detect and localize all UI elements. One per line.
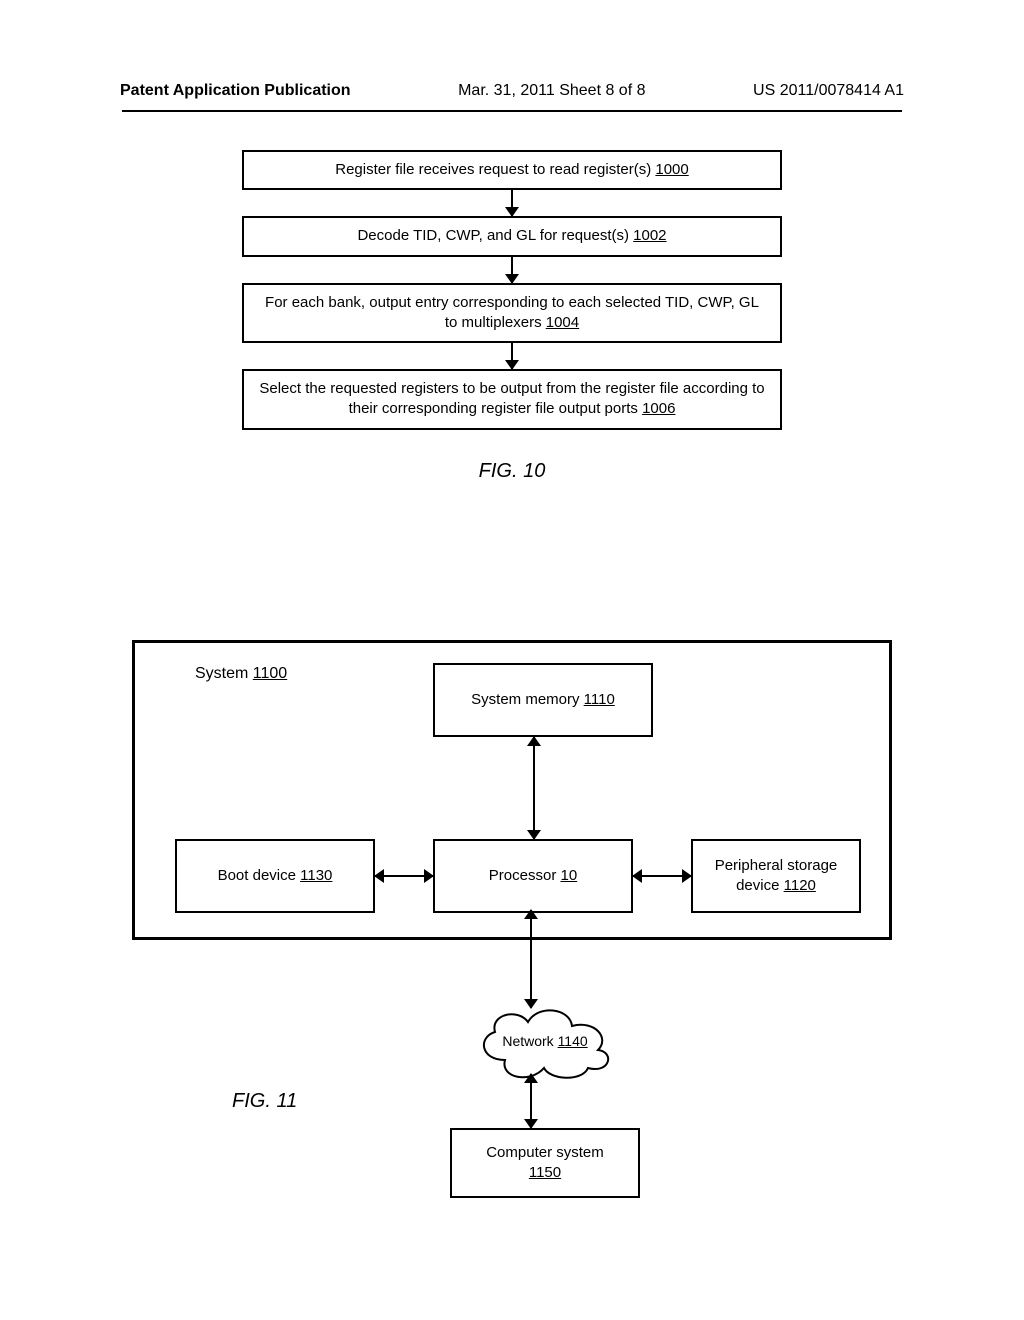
system-label-text: System xyxy=(195,665,253,682)
block-label: Network xyxy=(502,1033,557,1049)
flow-step-text: Select the requested registers to be out… xyxy=(259,380,764,417)
flow-arrow-icon xyxy=(511,190,513,216)
flow-arrow-icon xyxy=(511,257,513,283)
block-computer-system: Computer system 1150 xyxy=(450,1128,640,1198)
flow-arrow-icon xyxy=(511,343,513,369)
flow-step-1006: Select the requested registers to be out… xyxy=(242,369,782,430)
block-label: System memory xyxy=(471,691,584,708)
flow-step-text: Decode TID, CWP, and GL for request(s) xyxy=(357,227,633,244)
block-ref: 1150 xyxy=(529,1164,561,1181)
bidir-arrow-icon xyxy=(530,1074,532,1128)
system-1100-box: System 1100 System memory 1110 Boot devi… xyxy=(132,640,892,940)
block-label-line1: Peripheral storage xyxy=(715,857,838,874)
block-ref: 10 xyxy=(561,867,578,884)
flow-step-1004: For each bank, output entry correspondin… xyxy=(242,283,782,344)
figure-11-caption: FIG. 11 xyxy=(232,1090,297,1113)
flow-step-text: For each bank, output entry correspondin… xyxy=(265,294,759,331)
bidir-arrow-icon xyxy=(530,910,532,1008)
block-boot-device: Boot device 1130 xyxy=(175,839,375,913)
system-label-ref: 1100 xyxy=(253,665,287,682)
flow-step-text: Register file receives request to read r… xyxy=(335,161,655,178)
block-processor: Processor 10 xyxy=(433,839,633,913)
figure-11: System 1100 System memory 1110 Boot devi… xyxy=(132,640,892,1240)
block-ref: 1140 xyxy=(558,1033,588,1049)
block-label-line1: Computer system xyxy=(486,1144,604,1161)
bidir-arrow-icon xyxy=(533,737,535,839)
flow-step-ref: 1002 xyxy=(633,227,666,244)
page-header: Patent Application Publication Mar. 31, … xyxy=(0,82,1024,100)
block-label: Processor xyxy=(489,867,561,884)
header-left: Patent Application Publication xyxy=(120,82,351,100)
page: Patent Application Publication Mar. 31, … xyxy=(0,0,1024,1320)
block-label: Boot device xyxy=(218,867,301,884)
header-right: US 2011/0078414 A1 xyxy=(753,82,904,100)
block-label-line2: device xyxy=(736,877,784,894)
bidir-arrow-icon xyxy=(375,875,433,877)
figure-10: Register file receives request to read r… xyxy=(242,150,782,483)
flow-step-1002: Decode TID, CWP, and GL for request(s) 1… xyxy=(242,216,782,256)
flow-step-ref: 1000 xyxy=(655,161,688,178)
bidir-arrow-icon xyxy=(633,875,691,877)
header-center: Mar. 31, 2011 Sheet 8 of 8 xyxy=(458,82,645,100)
block-system-memory: System memory 1110 xyxy=(433,663,653,737)
header-rule xyxy=(122,110,902,112)
block-ref: 1130 xyxy=(300,867,332,884)
block-ref: 1120 xyxy=(784,877,816,894)
block-peripheral-storage: Peripheral storage device 1120 xyxy=(691,839,861,913)
system-label: System 1100 xyxy=(195,665,287,683)
block-network-cloud: Network 1140 xyxy=(470,1002,620,1080)
flow-step-ref: 1004 xyxy=(546,314,579,331)
network-label: Network 1140 xyxy=(502,1033,587,1049)
flow-step-ref: 1006 xyxy=(642,400,675,417)
block-ref: 1110 xyxy=(584,691,615,708)
figure-10-caption: FIG. 10 xyxy=(242,460,782,483)
flow-step-1000: Register file receives request to read r… xyxy=(242,150,782,190)
